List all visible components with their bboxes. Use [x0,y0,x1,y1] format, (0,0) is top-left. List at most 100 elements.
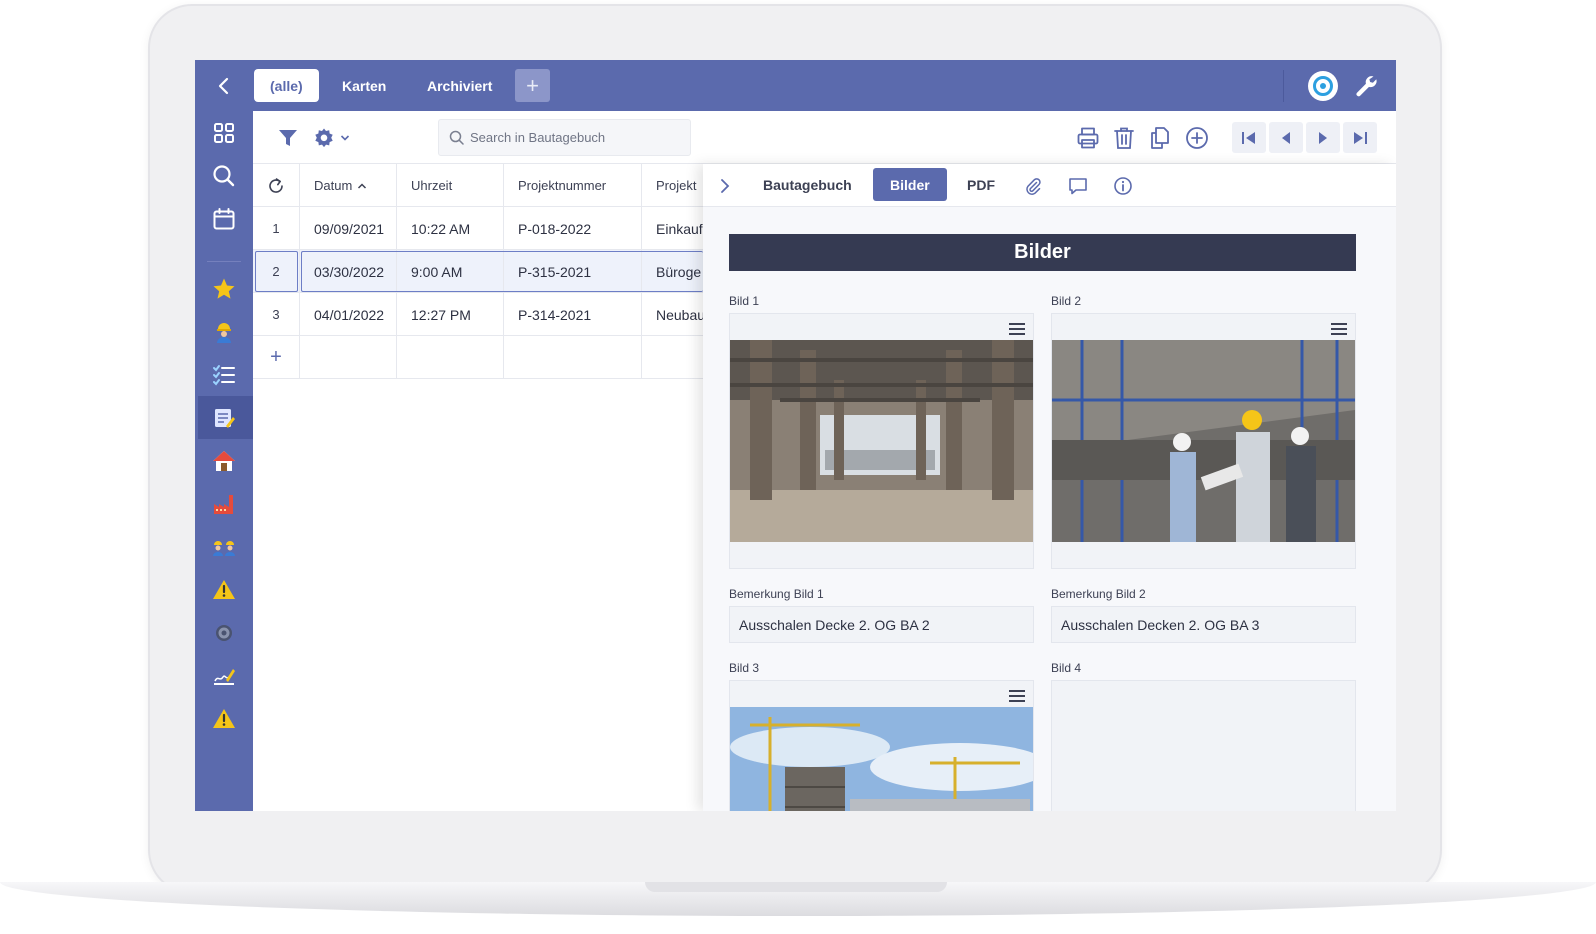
cell-projektnummer[interactable]: P-018-2022 [504,207,642,250]
construction-photo-2 [1052,340,1355,542]
sort-ascending-icon [358,182,367,189]
filter-icon[interactable] [275,125,301,151]
laptop-notch [645,882,947,892]
add-row[interactable]: + [253,336,703,379]
empty-cell [300,336,397,379]
add-tab-button[interactable]: + [515,69,550,102]
detail-panel: Bautagebuch Bilder PDF Bilder Bild 1 Bil… [703,164,1396,811]
sidebar [195,111,253,811]
empty-cell [642,336,703,379]
team-icon[interactable] [209,532,239,562]
empty-cell [504,336,642,379]
calendar-icon[interactable] [209,204,239,234]
toolbar [253,111,1396,164]
construction-photo-1 [730,340,1033,542]
print-icon[interactable] [1075,125,1101,151]
column-header-projekt[interactable]: Projekt [642,164,703,207]
menu-icon[interactable] [1009,690,1025,702]
remark-label-1: Bemerkung Bild 1 [729,587,824,601]
chevron-left-icon [218,77,229,95]
last-record-button[interactable] [1343,122,1377,153]
gear-icon[interactable] [209,618,239,648]
info-icon[interactable] [1111,174,1135,198]
table-row[interactable]: 3 04/01/2022 12:27 PM P-314-2021 Neubau [253,293,703,336]
comment-icon[interactable] [1066,174,1090,198]
next-icon [1319,131,1327,144]
worker-icon[interactable] [209,317,239,347]
remark-field-2[interactable]: Ausschalen Decken 2. OG BA 3 [1051,606,1356,643]
first-record-button[interactable] [1232,122,1266,153]
next-record-button[interactable] [1306,122,1340,153]
image-field-4[interactable] [1051,680,1356,811]
search-input[interactable] [470,130,670,145]
target-icon[interactable] [1308,71,1338,101]
factory-icon[interactable] [209,489,239,519]
cell-uhrzeit[interactable]: 10:22 AM [397,207,504,250]
column-header-label: Datum [314,178,353,193]
image-field-2[interactable] [1051,313,1356,569]
detail-tab-bar: Bautagebuch Bilder PDF [703,164,1396,207]
add-record-icon[interactable] [1184,125,1210,151]
tab-bilder[interactable]: Bilder [873,168,947,201]
row-number: 3 [253,293,300,336]
skip-first-icon [1242,131,1255,144]
attachment-icon[interactable] [1021,174,1045,198]
warning-icon[interactable] [209,704,239,734]
cell-projektnummer[interactable]: P-314-2021 [504,293,642,336]
search-field[interactable] [438,119,691,156]
image-label-2: Bild 2 [1051,294,1082,308]
search-icon[interactable] [209,161,239,191]
checklist-icon[interactable] [209,360,239,390]
grid-header-row: Datum Uhrzeit Projektnummer Projekt [253,164,703,207]
previous-record-button[interactable] [1269,122,1303,153]
refresh-button[interactable] [253,164,300,207]
delete-icon[interactable] [1111,125,1137,151]
row-focus-outline [301,251,703,292]
dashboard-icon[interactable] [209,118,239,148]
cell-projekt[interactable]: Einkauf [642,207,703,250]
column-header-uhrzeit[interactable]: Uhrzeit [397,164,504,207]
image-field-1[interactable] [729,313,1034,569]
previous-icon [1282,131,1290,144]
tab-archiviert[interactable]: Archiviert [411,69,508,102]
house-icon[interactable] [209,446,239,476]
construction-photo-3 [730,707,1033,811]
cell-datum[interactable]: 04/01/2022 [300,293,397,336]
sidebar-separator [207,261,241,262]
column-header-projektnummer[interactable]: Projektnummer [504,164,642,207]
table-row[interactable]: 1 09/09/2021 10:22 AM P-018-2022 Einkauf [253,207,703,250]
row-number-focus-outline [255,251,298,292]
detail-body: Bilder Bild 1 Bild 2 Bemerkung Bild 1 Au… [703,207,1396,811]
top-bar: (alle) Karten Archiviert + [195,60,1396,111]
cell-datum[interactable]: 09/09/2021 [300,207,397,250]
copy-icon[interactable] [1147,125,1173,151]
add-row-button[interactable]: + [253,336,300,379]
tab-karten[interactable]: Karten [326,69,402,102]
skip-last-icon [1354,131,1367,144]
star-icon[interactable] [209,274,239,304]
tab-alle[interactable]: (alle) [254,69,319,102]
chevron-right-icon [721,179,730,193]
wrench-icon[interactable] [1353,73,1379,99]
remark-field-1[interactable]: Ausschalen Decke 2. OG BA 2 [729,606,1034,643]
topbar-divider [1283,70,1284,102]
warning-icon[interactable] [209,575,239,605]
signature-icon[interactable] [209,661,239,691]
collapse-panel-button[interactable] [713,174,737,198]
image-label-1: Bild 1 [729,294,760,308]
tab-pdf[interactable]: PDF [950,168,1012,201]
table-row-selected[interactable]: 2 03/30/2022 9:00 AM P-315-2021 Büroge [253,250,703,293]
settings-dropdown[interactable] [309,125,355,151]
cell-projekt[interactable]: Neubau [642,293,703,336]
gear-icon [315,128,333,148]
cell-uhrzeit[interactable]: 12:27 PM [397,293,504,336]
tab-bautagebuch[interactable]: Bautagebuch [746,168,869,201]
back-button[interactable] [209,72,239,100]
menu-icon[interactable] [1009,323,1025,335]
diary-icon[interactable] [209,403,239,433]
column-header-datum[interactable]: Datum [300,164,397,207]
remark-label-2: Bemerkung Bild 2 [1051,587,1146,601]
image-label-3: Bild 3 [729,661,760,675]
menu-icon[interactable] [1331,323,1347,335]
image-field-3[interactable] [729,680,1034,811]
